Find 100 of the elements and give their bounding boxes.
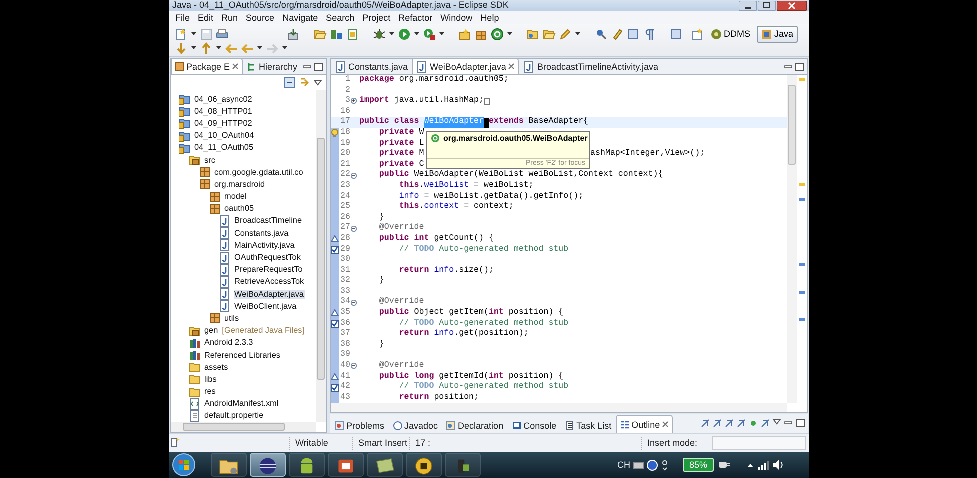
tree-item[interactable]: libs: [204, 374, 218, 384]
tree-item[interactable]: org.marsdroid: [214, 180, 266, 189]
view-tab[interactable]: Package E: [170, 58, 244, 74]
view-menu-icon[interactable]: [314, 80, 322, 86]
caret-icon[interactable]: [388, 32, 394, 36]
caret-icon[interactable]: [216, 46, 222, 50]
view-tab[interactable]: Task List: [560, 417, 616, 433]
tree-item[interactable]: gen: [204, 326, 220, 336]
tree-item[interactable]: Android 2.3.3: [204, 338, 254, 348]
editor-tab[interactable]: WeiBoAdapter.java: [412, 58, 520, 74]
run-icon[interactable]: [398, 28, 410, 40]
highlighter-icon[interactable]: [610, 28, 624, 40]
new-file-icon[interactable]: [174, 28, 188, 40]
collapse-icon[interactable]: [351, 172, 357, 179]
show-hidden-icons-icon[interactable]: [746, 462, 754, 468]
menu-item[interactable]: Navigate: [278, 12, 322, 22]
minimize-icon[interactable]: [784, 62, 792, 70]
minimize-icon[interactable]: [738, 0, 756, 10]
hide-non-public-icon[interactable]: [760, 419, 770, 428]
open-folder-icon[interactable]: [542, 28, 556, 40]
view-tab[interactable]: Console: [508, 417, 561, 433]
tree-item[interactable]: 04_11_OAuth05: [194, 143, 255, 152]
printer-icon[interactable]: [216, 28, 228, 40]
maximize-icon[interactable]: [794, 62, 804, 70]
tree-item[interactable]: BroadcastTimeline: [234, 216, 303, 226]
taskbar-button[interactable]: [250, 453, 286, 477]
tree-item[interactable]: default.propertie: [204, 411, 265, 420]
tree-item[interactable]: WeiBoAdapter.java: [234, 290, 305, 299]
editor-tab[interactable]: Constants.java: [330, 59, 412, 74]
caret-icon[interactable]: [438, 32, 444, 36]
folder-icon[interactable]: [526, 28, 540, 40]
dot-icon[interactable]: [748, 419, 758, 428]
perspective-button[interactable]: Java: [757, 26, 798, 42]
tree-item[interactable]: RetrieveAccessTok: [234, 277, 306, 286]
signal-icon[interactable]: [756, 460, 768, 470]
open-folder-icon[interactable]: [314, 28, 326, 40]
tree-item[interactable]: AndroidManifest.xml: [204, 399, 280, 408]
scrollbar-thumb[interactable]: [316, 138, 324, 380]
class-icon[interactable]: [490, 28, 504, 40]
tree-item[interactable]: com.google.gdata.util.co: [214, 168, 304, 177]
view-tab[interactable]: Problems: [330, 417, 389, 433]
close-icon[interactable]: [662, 421, 670, 428]
run-tool-icon[interactable]: [422, 28, 436, 40]
caret-icon[interactable]: [506, 32, 512, 36]
fast-view-icon[interactable]: [168, 437, 180, 449]
block-icon[interactable]: [626, 28, 640, 40]
tree-item[interactable]: Constants.java: [234, 228, 290, 238]
view-tab[interactable]: Outline: [616, 415, 674, 433]
caret-icon[interactable]: [414, 32, 420, 36]
pencil-icon[interactable]: [558, 28, 572, 40]
keyboard-icon[interactable]: [633, 460, 644, 470]
menu-item[interactable]: Search: [322, 12, 359, 22]
tree-item[interactable]: utils: [224, 314, 240, 323]
caret-icon[interactable]: [256, 46, 262, 50]
expand-icon[interactable]: [351, 98, 357, 104]
download-icon[interactable]: [286, 28, 300, 40]
menu-item[interactable]: Run: [218, 12, 242, 22]
close-icon[interactable]: [232, 63, 240, 70]
hide-fields-icon[interactable]: [724, 419, 734, 428]
new-package-icon[interactable]: [458, 28, 472, 40]
maximize-icon[interactable]: [758, 0, 776, 10]
perspective-button[interactable]: DDMS: [706, 26, 754, 42]
menu-item[interactable]: Source: [242, 12, 279, 22]
view-menu-icon[interactable]: [772, 419, 780, 425]
caret-icon[interactable]: [190, 32, 196, 36]
tree-item[interactable]: 04_08_HTTP01: [194, 106, 254, 116]
tree-item[interactable]: PrepareRequestTo: [234, 265, 304, 274]
tree-item[interactable]: 04_09_HTTP02: [194, 118, 254, 128]
overview-marker[interactable]: [798, 291, 804, 294]
help-icon[interactable]: [647, 460, 658, 470]
document-icon[interactable]: [346, 28, 358, 40]
menu-item[interactable]: File: [172, 12, 194, 22]
tree-item[interactable]: assets: [204, 362, 230, 372]
tree-item[interactable]: MainActivity.java: [234, 240, 296, 250]
tree-item[interactable]: Referenced Libraries: [204, 350, 282, 360]
volume-icon[interactable]: [772, 460, 784, 470]
tree-item[interactable]: OAuthRequestTok: [234, 253, 302, 262]
tree-item[interactable]: res: [204, 387, 217, 396]
filter-icon[interactable]: [712, 419, 722, 428]
tree-item[interactable]: 04_06_async02: [194, 94, 254, 104]
view-tab[interactable]: Javadoc: [388, 417, 442, 433]
tree-item[interactable]: 04_10_OAuth04: [194, 131, 256, 140]
menu-item[interactable]: Help: [476, 12, 504, 22]
tree-item[interactable]: src: [204, 156, 216, 165]
collapse-all-icon[interactable]: [284, 77, 294, 88]
tree-item[interactable]: WeiBoClient.java: [234, 302, 298, 311]
tree-item[interactable]: oauth05: [224, 204, 256, 214]
language-indicator[interactable]: CH: [617, 460, 630, 470]
start-icon[interactable]: [170, 453, 196, 477]
block-icon[interactable]: [670, 28, 682, 40]
scrollbar-thumb[interactable]: [788, 85, 796, 165]
maximize-icon[interactable]: [796, 419, 804, 427]
maximize-icon[interactable]: [314, 62, 322, 70]
horizontal-scrollbar[interactable]: [330, 403, 786, 412]
overview-marker[interactable]: [798, 78, 804, 81]
menu-item[interactable]: Edit: [194, 12, 218, 22]
collapse-icon[interactable]: [351, 226, 357, 232]
view-tab[interactable]: Hierarchy: [243, 59, 302, 74]
menu-item[interactable]: Refactor: [394, 12, 437, 22]
collapse-icon[interactable]: [351, 363, 357, 370]
